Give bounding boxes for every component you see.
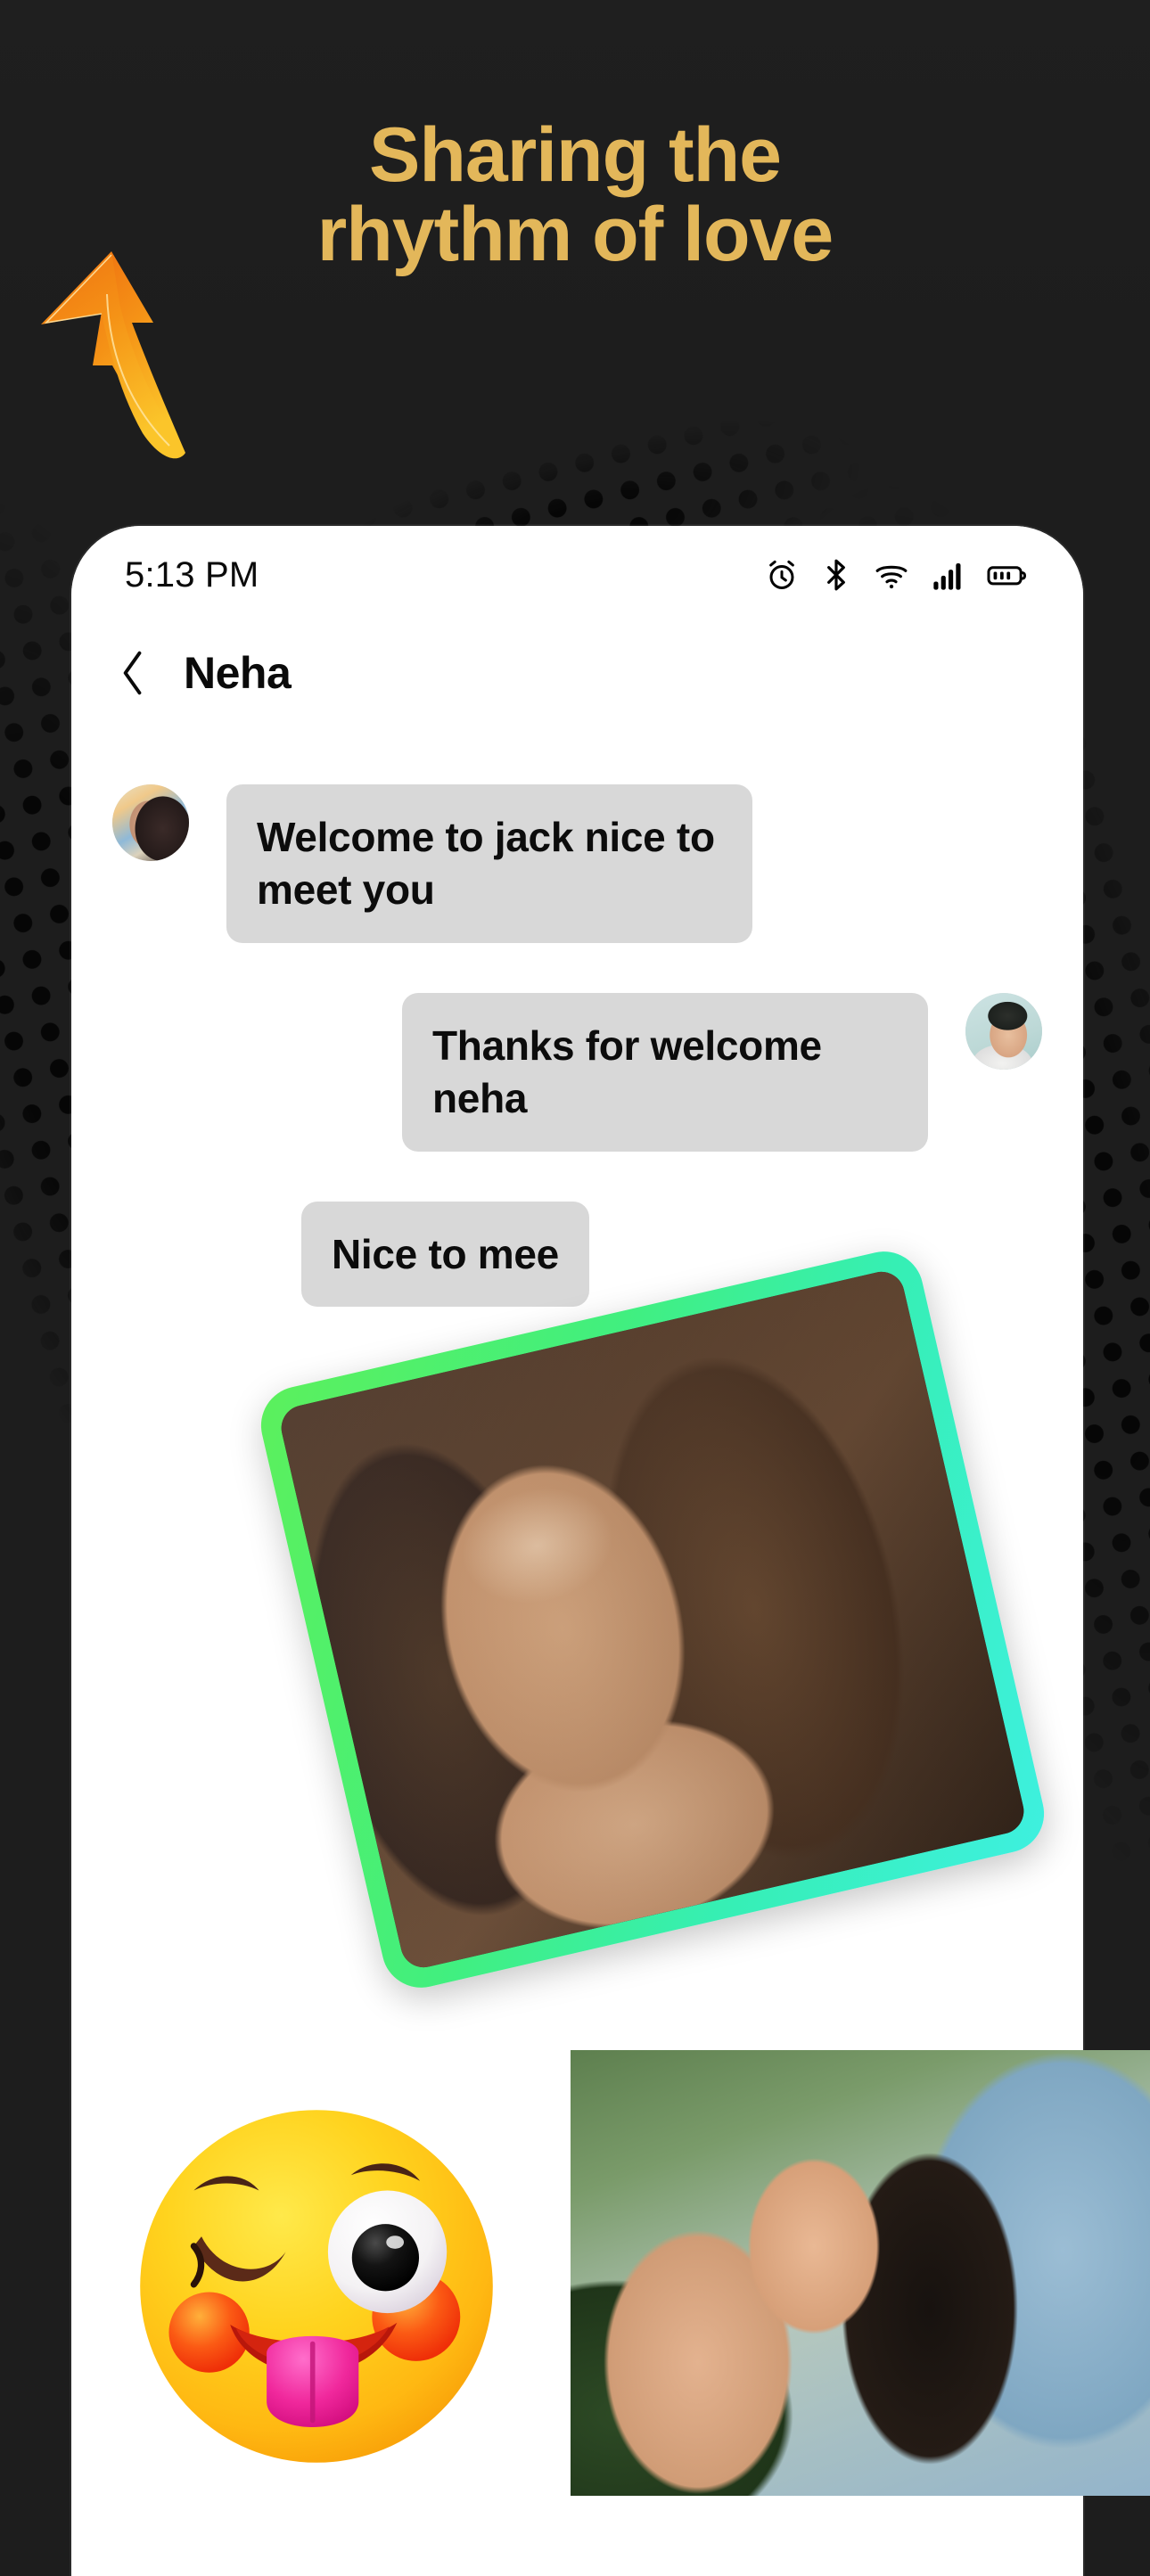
curved-up-arrow-icon	[27, 241, 214, 464]
headline-line-1: Sharing the	[368, 112, 782, 198]
status-bar-icons	[764, 557, 1028, 593]
chevron-left-icon[interactable]	[118, 649, 148, 697]
avatar-image	[112, 784, 189, 861]
photo-card-image	[276, 1267, 1029, 1973]
portrait-image-secondary	[571, 2050, 1150, 2496]
status-bar: 5:13 PM	[71, 526, 1083, 624]
avatar-neha[interactable]	[112, 784, 189, 861]
chat-message-incoming[interactable]: Welcome to jack nice to meet you	[112, 784, 1042, 943]
message-bubble[interactable]: Thanks for welcome neha	[402, 992, 928, 1152]
status-bar-time: 5:13 PM	[125, 554, 259, 595]
chat-message-outgoing[interactable]: Thanks for welcome neha	[112, 992, 1042, 1152]
message-bubble[interactable]: Welcome to jack nice to meet you	[226, 784, 752, 943]
portrait-image-primary	[276, 1267, 1029, 1973]
photo-secondary-portrait	[571, 2050, 1150, 2496]
avatar-image	[965, 992, 1042, 1070]
battery-icon	[987, 557, 1028, 593]
bluetooth-icon	[821, 557, 851, 593]
page-title: Neha	[184, 648, 292, 698]
alarm-icon	[764, 557, 800, 593]
chat-header: Neha	[71, 624, 1083, 722]
winking-face-with-tongue-emoji	[125, 2095, 508, 2478]
wifi-icon	[873, 557, 910, 593]
cellular-signal-icon	[932, 557, 965, 593]
avatar-jack[interactable]	[965, 992, 1042, 1070]
message-bubble[interactable]: Nice to mee	[301, 1201, 589, 1308]
